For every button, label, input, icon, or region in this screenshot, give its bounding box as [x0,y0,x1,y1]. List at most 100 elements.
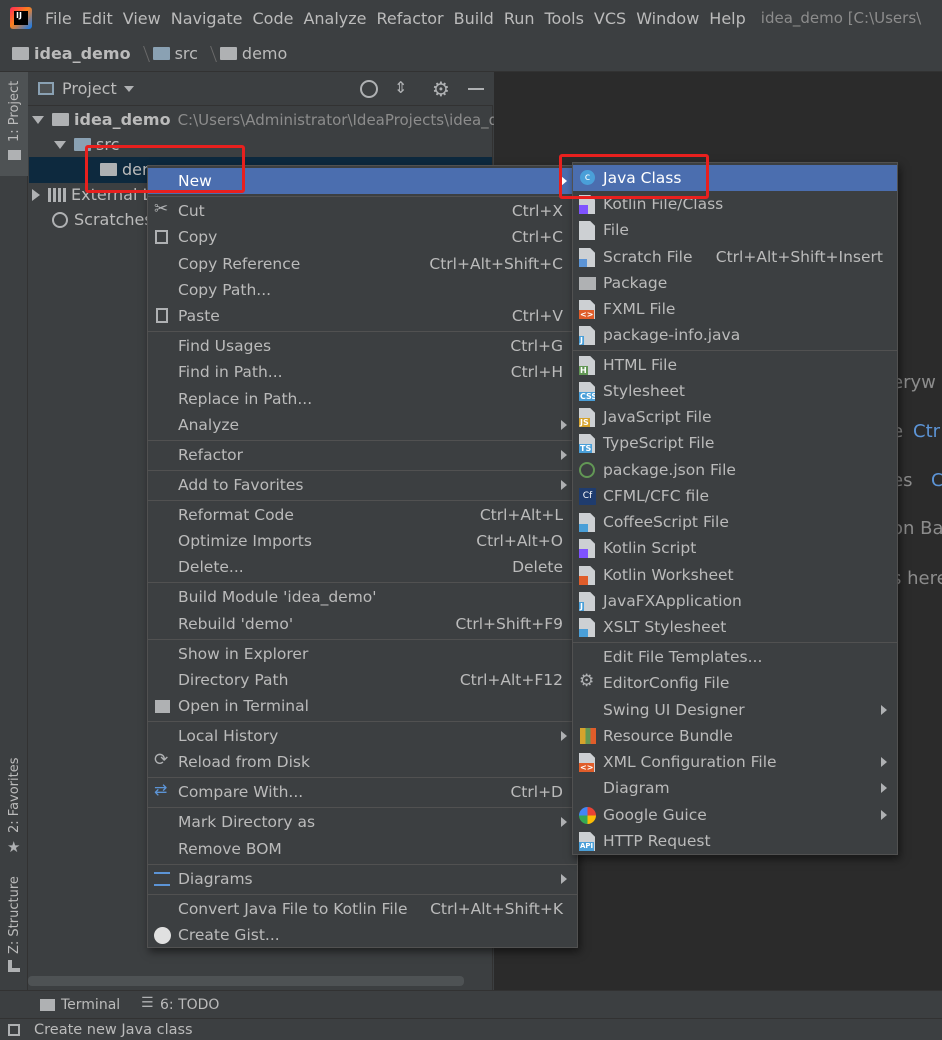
expand-arrow-icon[interactable] [32,115,44,124]
menu-item-refactor[interactable]: Refactor [148,442,577,468]
tree-item-label: idea_demo [74,110,171,129]
menu-item-directory-path[interactable]: Directory Path Ctrl+Alt+F12 [148,667,577,693]
menu-refactor[interactable]: Refactor [372,9,449,28]
menu-item-copy-reference[interactable]: Copy Reference Ctrl+Alt+Shift+C [148,251,577,277]
tool-window-button-project[interactable]: 1: Project [0,72,28,176]
submenu-item-swing-ui-designer[interactable]: Swing UI Designer [573,697,897,723]
menu-help[interactable]: Help [704,9,750,28]
breadcrumb-item-project[interactable]: idea_demo [12,44,131,63]
menu-vcs[interactable]: VCS [589,9,631,28]
collapse-all-icon[interactable]: ⇕ [394,80,407,96]
submenu-arrow-icon [561,480,567,490]
menu-item-shortcut: Ctrl+X [511,202,563,220]
menu-file[interactable]: File [40,9,77,28]
menu-window[interactable]: Window [631,9,704,28]
submenu-item-http-request[interactable]: API HTTP Request [573,828,897,854]
menu-item-reformat-code[interactable]: Reformat Code Ctrl+Alt+L [148,502,577,528]
menu-analyze[interactable]: Analyze [298,9,371,28]
submenu-item-html-file[interactable]: H HTML File [573,352,897,378]
menu-view[interactable]: View [118,9,166,28]
submenu-item-editorconfig-file[interactable]: ⚙ EditorConfig File [573,670,897,696]
menu-item-show-in-explorer[interactable]: Show in Explorer [148,641,577,667]
gear-icon[interactable]: ⚙ [432,77,450,101]
submenu-item-javafx-application[interactable]: J JavaFXApplication [573,588,897,614]
menu-item-remove-bom[interactable]: Remove BOM [148,836,577,862]
submenu-item-package-json[interactable]: package.json File [573,457,897,483]
menu-item-compare-with[interactable]: ⇄ Compare With... Ctrl+D [148,779,577,805]
submenu-item-resource-bundle[interactable]: Resource Bundle [573,723,897,749]
menu-run[interactable]: Run [499,9,540,28]
submenu-item-edit-file-templates[interactable]: Edit File Templates... [573,644,897,670]
hide-panel-icon[interactable] [468,88,484,90]
submenu-item-file[interactable]: File [573,217,897,243]
submenu-item-package[interactable]: Package [573,270,897,296]
menu-item-rebuild[interactable]: Rebuild 'demo' Ctrl+Shift+F9 [148,611,577,637]
menu-item-label: Kotlin Script [603,539,697,557]
expand-arrow-icon[interactable] [54,140,66,149]
tree-item-project-root[interactable]: idea_demo C:\Users\Administrator\IdeaPro… [32,107,507,132]
menu-item-label: Add to Favorites [178,476,304,494]
menu-item-diagrams[interactable]: Diagrams [148,866,577,892]
submenu-item-javascript-file[interactable]: JS JavaScript File [573,404,897,430]
tree-item-scratches[interactable]: Scratches [52,207,153,232]
menu-item-replace-in-path[interactable]: Replace in Path... [148,386,577,412]
menu-item-convert-to-kotlin[interactable]: Convert Java File to Kotlin File Ctrl+Alt… [148,896,577,922]
menu-tools[interactable]: Tools [540,9,589,28]
submenu-item-cfml-file[interactable]: Cf CFML/CFC file [573,483,897,509]
tool-window-button-favorites[interactable]: 2: Favorites ★ [0,757,28,858]
menu-item-analyze[interactable]: Analyze [148,412,577,438]
menu-build[interactable]: Build [449,9,499,28]
submenu-item-coffeescript-file[interactable]: CoffeeScript File [573,509,897,535]
copy-icon [155,230,168,244]
menu-item-cut[interactable]: ✂ Cut Ctrl+X [148,198,577,224]
submenu-item-stylesheet[interactable]: CSS Stylesheet [573,378,897,404]
menu-separator [148,440,577,441]
tool-window-label: 1: Project [7,80,22,142]
menu-item-add-to-favorites[interactable]: Add to Favorites [148,472,577,498]
chevron-down-icon[interactable] [124,86,134,92]
submenu-item-google-guice[interactable]: Google Guice [573,802,897,828]
menu-item-paste[interactable]: Paste Ctrl+V [148,303,577,329]
submenu-item-fxml-file[interactable]: <> FXML File [573,296,897,322]
scratches-icon [52,211,68,228]
menu-item-label: Show in Explorer [178,645,309,663]
menu-item-copy-path[interactable]: Copy Path... [148,277,577,303]
submenu-item-typescript-file[interactable]: TS TypeScript File [573,430,897,456]
panel-title[interactable]: Project [62,79,117,98]
submenu-item-kotlin-script[interactable]: Kotlin Script [573,535,897,561]
menu-code[interactable]: Code [248,9,299,28]
menu-item-mark-directory-as[interactable]: Mark Directory as [148,809,577,835]
menu-item-find-in-path[interactable]: Find in Path... Ctrl+H [148,359,577,385]
submenu-item-scratch-file[interactable]: Scratch File Ctrl+Alt+Shift+Insert [573,244,897,270]
menu-navigate[interactable]: Navigate [166,9,248,28]
submenu-item-xml-configuration-file[interactable]: <> XML Configuration File [573,749,897,775]
menu-item-find-usages[interactable]: Find Usages Ctrl+G [148,333,577,359]
breadcrumb-item-src[interactable]: src [152,44,198,63]
submenu-item-xslt-stylesheet[interactable]: XSLT Stylesheet [573,614,897,640]
menu-item-create-gist[interactable]: Create Gist... [148,922,577,948]
menu-item-build-module[interactable]: Build Module 'idea_demo' [148,584,577,610]
layout-toggle-icon[interactable] [8,1024,20,1036]
menu-item-optimize-imports[interactable]: Optimize Imports Ctrl+Alt+O [148,528,577,554]
menu-item-copy[interactable]: Copy Ctrl+C [148,224,577,250]
tool-window-button-terminal[interactable]: Terminal [61,997,120,1013]
menu-item-delete[interactable]: Delete... Delete [148,554,577,580]
horizontal-scrollbar[interactable] [28,976,464,986]
menu-item-reload-from-disk[interactable]: ⟳ Reload from Disk [148,749,577,775]
menu-separator [148,639,577,640]
menu-edit[interactable]: Edit [77,9,118,28]
tool-window-button-todo[interactable]: 6: TODO [160,997,219,1013]
collapse-arrow-icon[interactable] [32,188,40,201]
locate-icon[interactable] [360,80,378,98]
submenu-item-kotlin-worksheet[interactable]: Kotlin Worksheet [573,562,897,588]
menu-item-label: JavaFXApplication [603,592,742,610]
breadcrumb-item-demo[interactable]: demo [219,44,287,63]
menu-item-label: EditorConfig File [603,674,730,692]
submenu-item-package-info[interactable]: Jpackage-info.java [573,322,897,348]
menu-item-local-history[interactable]: Local History [148,723,577,749]
menu-item-shortcut: Ctrl+Alt+O [476,532,563,550]
menu-item-open-in-terminal[interactable]: Open in Terminal [148,693,577,719]
tool-window-button-structure[interactable]: Z: Structure [0,876,28,976]
menu-item-label: Resource Bundle [603,727,733,745]
submenu-item-diagram[interactable]: Diagram [573,775,897,801]
